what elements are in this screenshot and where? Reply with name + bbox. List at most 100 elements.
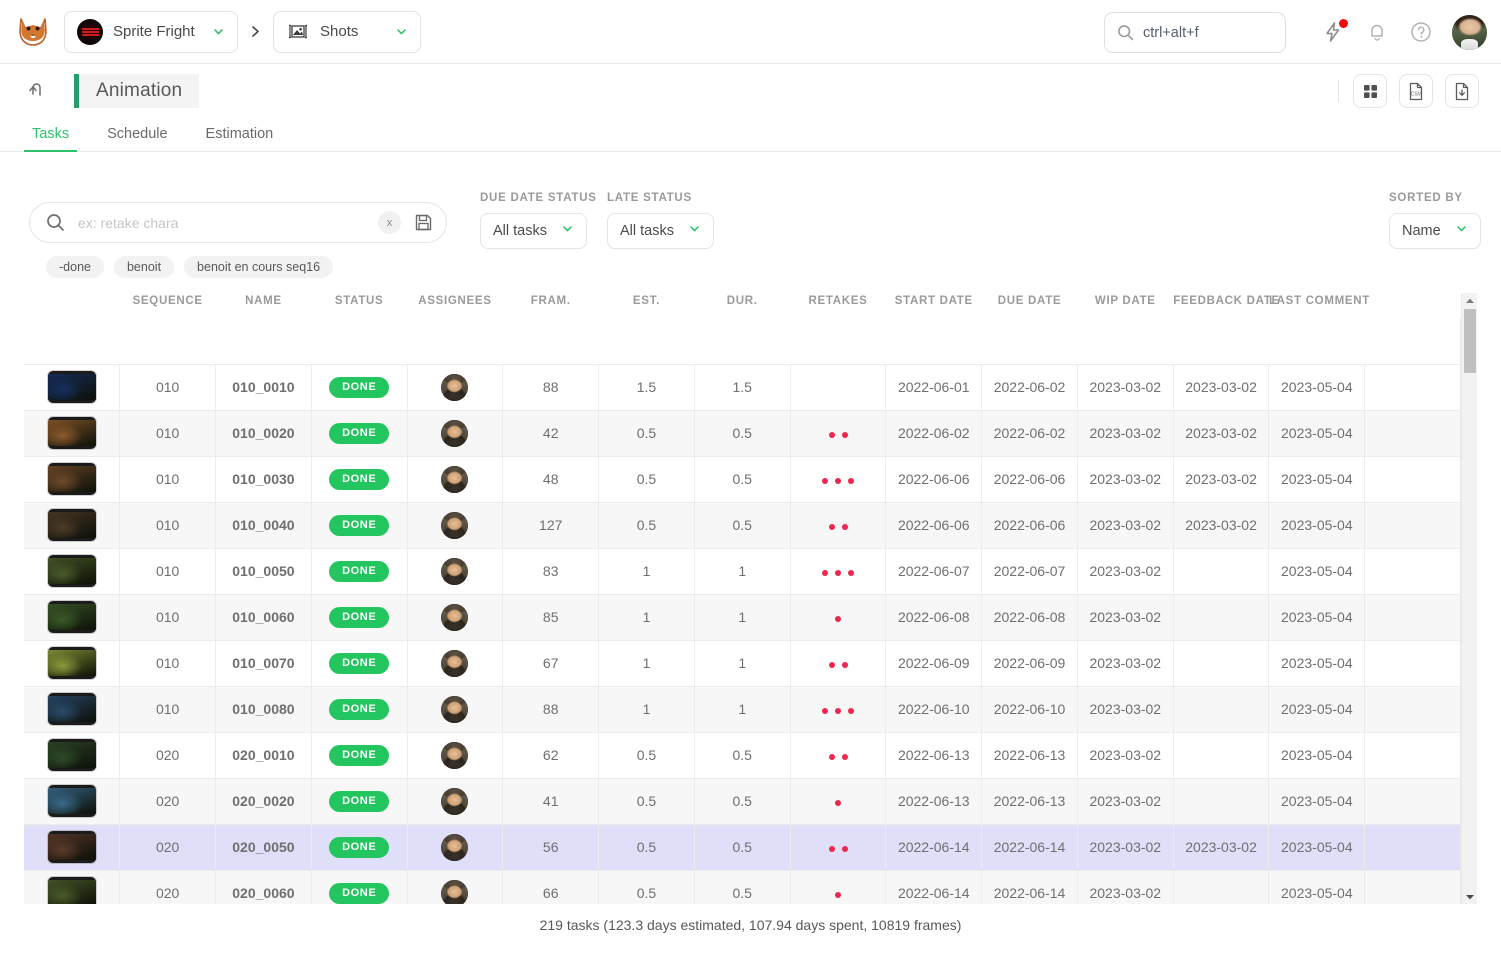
- cell-assignees[interactable]: [407, 364, 504, 411]
- save-disk-icon[interactable]: [410, 210, 436, 236]
- grid-view-button[interactable]: [1353, 74, 1387, 108]
- assignee-avatar[interactable]: [441, 695, 469, 723]
- cell-status[interactable]: DONE: [311, 456, 408, 503]
- project-selector[interactable]: Sprite Fright: [64, 10, 238, 53]
- download-button[interactable]: [1445, 74, 1479, 108]
- table-row[interactable]: 010 010_0030 DONE 48 0.5 0.5 2022-06-06 2022-06…: [24, 456, 1461, 503]
- column-start-date[interactable]: START DATE: [885, 293, 982, 318]
- status-badge[interactable]: DONE: [329, 652, 390, 674]
- export-csv-button[interactable]: CSV: [1399, 74, 1433, 108]
- cell-status[interactable]: DONE: [311, 502, 408, 549]
- filter-chip[interactable]: benoit en cours seq16: [184, 256, 334, 278]
- cell-status[interactable]: DONE: [311, 364, 408, 411]
- cell-assignees[interactable]: [407, 548, 504, 595]
- cell-status[interactable]: DONE: [311, 778, 408, 825]
- cell-status[interactable]: DONE: [311, 548, 408, 595]
- status-badge[interactable]: DONE: [329, 560, 390, 582]
- column-name[interactable]: NAME: [215, 293, 312, 318]
- cell-status[interactable]: DONE: [311, 824, 408, 871]
- global-search[interactable]: [1104, 12, 1286, 53]
- lightning-bolt-icon[interactable]: [1320, 18, 1349, 45]
- status-badge[interactable]: DONE: [329, 744, 390, 766]
- table-row[interactable]: 010 010_0060 DONE 85 1 1 2022-06-08 2022-06-08 2…: [24, 594, 1461, 641]
- table-row[interactable]: 010 010_0040 DONE 127 0.5 0.5 2022-06-06 2022-0…: [24, 502, 1461, 549]
- column-last-comment[interactable]: LAST COMMENT: [1268, 293, 1369, 318]
- cell-status[interactable]: DONE: [311, 732, 408, 779]
- assignee-avatar[interactable]: [441, 557, 469, 585]
- column-status[interactable]: STATUS: [311, 293, 408, 318]
- cell-assignees[interactable]: [407, 686, 504, 733]
- cell-assignees[interactable]: [407, 732, 504, 779]
- table-row[interactable]: 010 010_0010 DONE 88 1.5 1.5 2022-06-01 2022-06…: [24, 364, 1461, 411]
- cell-assignees[interactable]: [407, 640, 504, 687]
- column-frames[interactable]: FRAM.: [502, 293, 599, 318]
- status-badge[interactable]: DONE: [329, 836, 390, 858]
- assignee-avatar[interactable]: [441, 649, 469, 677]
- status-badge[interactable]: DONE: [329, 514, 390, 536]
- column-estimation[interactable]: EST.: [598, 293, 695, 318]
- table-row[interactable]: 010 010_0080 DONE 88 1 1 2022-06-10 2022-06-10 2…: [24, 686, 1461, 733]
- assignee-avatar[interactable]: [441, 833, 469, 861]
- filter-chip[interactable]: benoit: [113, 256, 175, 278]
- scroll-up-arrow-icon[interactable]: [1462, 293, 1477, 308]
- table-row[interactable]: 010 010_0070 DONE 67 1 1 2022-06-09 2022-06-09 2…: [24, 640, 1461, 687]
- tab-estimation[interactable]: Estimation: [198, 126, 282, 152]
- assignee-avatar[interactable]: [441, 603, 469, 631]
- cell-status[interactable]: DONE: [311, 686, 408, 733]
- scrollbar-thumb[interactable]: [1464, 309, 1476, 373]
- table-row[interactable]: 020 020_0020 DONE 41 0.5 0.5 2022-06-13 2022-06…: [24, 778, 1461, 825]
- assignee-avatar[interactable]: [441, 741, 469, 769]
- column-feedback-date[interactable]: FEEDBACK DATE: [1173, 293, 1279, 318]
- tab-tasks[interactable]: Tasks: [24, 126, 78, 152]
- status-badge[interactable]: DONE: [329, 606, 390, 628]
- status-badge[interactable]: DONE: [329, 376, 390, 398]
- assignee-avatar[interactable]: [441, 419, 469, 447]
- status-badge[interactable]: DONE: [329, 422, 390, 444]
- help-circle-icon[interactable]: [1408, 19, 1434, 45]
- sorted-by-dropdown[interactable]: Name: [1389, 213, 1481, 249]
- task-search-field[interactable]: x: [29, 202, 447, 243]
- table-row[interactable]: 010 010_0020 DONE 42 0.5 0.5 2022-06-02 2022-06…: [24, 410, 1461, 457]
- filter-chip[interactable]: -done: [46, 256, 104, 278]
- column-wip-date[interactable]: WIP DATE: [1077, 293, 1174, 318]
- task-search-input[interactable]: [78, 214, 378, 231]
- cell-assignees[interactable]: [407, 870, 504, 904]
- table-row[interactable]: 020 020_0010 DONE 62 0.5 0.5 2022-06-13 2022-06…: [24, 732, 1461, 779]
- tab-schedule[interactable]: Schedule: [99, 126, 175, 152]
- cell-status[interactable]: DONE: [311, 870, 408, 904]
- column-retakes[interactable]: RETAKES: [790, 293, 886, 318]
- assignee-avatar[interactable]: [441, 373, 469, 401]
- table-row[interactable]: 020 020_0050 DONE 56 0.5 0.5 2022-06-14 2022-06…: [24, 824, 1461, 871]
- assignee-avatar[interactable]: [441, 787, 469, 815]
- cell-assignees[interactable]: [407, 778, 504, 825]
- entity-type-selector[interactable]: Shots: [273, 10, 421, 53]
- assignee-avatar[interactable]: [441, 465, 469, 493]
- due-date-status-dropdown[interactable]: All tasks: [480, 213, 587, 249]
- bell-icon[interactable]: [1364, 19, 1390, 45]
- late-status-dropdown[interactable]: All tasks: [607, 213, 714, 249]
- back-arrow-icon[interactable]: [24, 77, 52, 105]
- status-badge[interactable]: DONE: [329, 882, 390, 904]
- clear-search-button[interactable]: x: [378, 211, 401, 234]
- cell-status[interactable]: DONE: [311, 640, 408, 687]
- cell-assignees[interactable]: [407, 410, 504, 457]
- cell-status[interactable]: DONE: [311, 594, 408, 641]
- table-vertical-scrollbar[interactable]: [1461, 293, 1477, 904]
- column-sequence[interactable]: SEQUENCE: [119, 293, 216, 318]
- status-badge[interactable]: DONE: [329, 790, 390, 812]
- status-badge[interactable]: DONE: [329, 468, 390, 490]
- column-assignees[interactable]: ASSIGNEES: [407, 293, 503, 318]
- cell-assignees[interactable]: [407, 594, 504, 641]
- user-avatar[interactable]: [1452, 14, 1487, 50]
- global-search-input[interactable]: [1143, 24, 1263, 41]
- cell-assignees[interactable]: [407, 502, 504, 549]
- assignee-avatar[interactable]: [441, 879, 469, 904]
- table-row[interactable]: 010 010_0050 DONE 83 1 1 2022-06-07 2022-06-07 2…: [24, 548, 1461, 595]
- cell-assignees[interactable]: [407, 824, 504, 871]
- scroll-down-arrow-icon[interactable]: [1462, 889, 1477, 904]
- cell-status[interactable]: DONE: [311, 410, 408, 457]
- column-due-date[interactable]: DUE DATE: [981, 293, 1078, 318]
- status-badge[interactable]: DONE: [329, 698, 390, 720]
- column-duration[interactable]: DUR.: [694, 293, 791, 318]
- assignee-avatar[interactable]: [441, 511, 469, 539]
